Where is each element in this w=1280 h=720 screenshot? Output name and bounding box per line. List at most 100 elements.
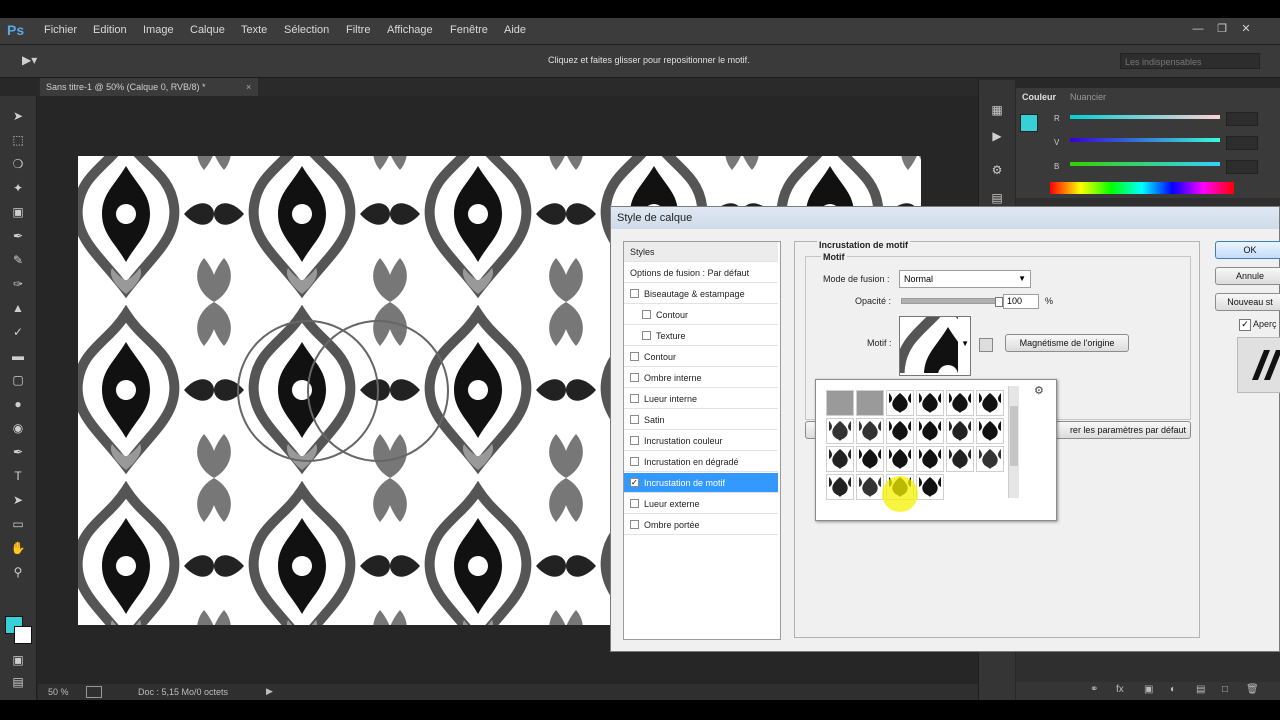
effect-item[interactable]: Biseautage & estampage: [624, 284, 778, 304]
menu-filtre[interactable]: Filtre: [346, 24, 370, 36]
tab-couleur[interactable]: Couleur: [1022, 92, 1056, 102]
quick-mask-icon[interactable]: ▣: [10, 652, 26, 668]
zoom-level[interactable]: 50 %: [48, 687, 69, 697]
crop-tool-icon[interactable]: ▣: [10, 204, 26, 220]
magic-wand-icon[interactable]: ✦: [10, 180, 26, 196]
document-tab[interactable]: Sans titre-1 @ 50% (Calque 0, RVB/8) * ×: [40, 78, 258, 96]
preview-checkbox[interactable]: ✓: [1239, 319, 1251, 331]
minimize-icon[interactable]: —: [1191, 22, 1205, 36]
panel-fg-swatch[interactable]: [1020, 114, 1038, 132]
effect-item[interactable]: Lueur interne: [624, 389, 778, 409]
background-color-swatch[interactable]: [14, 626, 32, 644]
adjustment-layer-icon[interactable]: ◐: [1170, 684, 1176, 695]
healing-brush-icon[interactable]: ✎: [10, 252, 26, 268]
snap-origin-button[interactable]: Magnétisme de l'origine: [1005, 334, 1129, 352]
effect-item[interactable]: Incrustation couleur: [624, 431, 778, 451]
menu-aide[interactable]: Aide: [504, 24, 526, 36]
pattern-swatch-item[interactable]: [946, 446, 974, 472]
menu-fenetre[interactable]: Fenêtre: [450, 24, 488, 36]
history-panel-icon[interactable]: ▦: [989, 102, 1005, 118]
menu-calque[interactable]: Calque: [190, 24, 225, 36]
move-tool-icon[interactable]: ➤: [10, 108, 26, 124]
blur-tool-icon[interactable]: ●: [10, 396, 26, 412]
history-brush-icon[interactable]: ✓: [10, 324, 26, 340]
color-spectrum[interactable]: [1050, 182, 1234, 194]
effect-item[interactable]: Incrustation en dégradé: [624, 452, 778, 472]
opacity-slider-thumb[interactable]: [995, 297, 1003, 307]
pattern-swatch-item[interactable]: [976, 418, 1004, 444]
eyedropper-icon[interactable]: ✒: [10, 228, 26, 244]
styles-header[interactable]: Styles: [624, 242, 778, 262]
effect-item[interactable]: Ombre interne: [624, 368, 778, 388]
move-tool-icon[interactable]: ▶▾: [22, 53, 37, 67]
green-value-field[interactable]: [1226, 136, 1258, 150]
hand-tool-icon[interactable]: ✋: [10, 540, 26, 556]
tab-close-icon[interactable]: ×: [246, 78, 251, 96]
pattern-swatch-item[interactable]: [916, 390, 944, 416]
pattern-swatch-item[interactable]: [826, 474, 854, 500]
opacity-slider[interactable]: [901, 297, 1003, 307]
pattern-swatch-item[interactable]: [976, 390, 1004, 416]
pattern-swatch-item[interactable]: [826, 446, 854, 472]
workspace-select[interactable]: Les indispensables: [1120, 53, 1260, 69]
marquee-tool-icon[interactable]: ⬚: [10, 132, 26, 148]
pattern-swatch[interactable]: ▼: [899, 316, 971, 376]
pattern-swatch-item[interactable]: [916, 418, 944, 444]
effect-checkbox[interactable]: [630, 289, 639, 298]
red-slider[interactable]: [1070, 115, 1220, 119]
picker-scroll-thumb[interactable]: [1010, 406, 1018, 466]
effect-checkbox[interactable]: [630, 457, 639, 466]
pattern-swatch-item[interactable]: [886, 446, 914, 472]
group-icon[interactable]: ▤: [1196, 684, 1205, 695]
trash-icon[interactable]: 🗑: [1246, 684, 1259, 695]
blue-slider[interactable]: [1070, 162, 1220, 166]
opacity-input[interactable]: 100: [1003, 294, 1039, 309]
menu-texte[interactable]: Texte: [241, 24, 267, 36]
pattern-swatch-item[interactable]: [916, 474, 944, 500]
effect-checkbox[interactable]: ✓: [630, 478, 639, 487]
effect-checkbox[interactable]: [630, 520, 639, 529]
effect-item[interactable]: Lueur externe: [624, 494, 778, 514]
cancel-button[interactable]: Annule: [1215, 267, 1280, 285]
blend-mode-select[interactable]: Normal ▼: [899, 270, 1031, 288]
mask-icon[interactable]: ▣: [1144, 684, 1153, 695]
effect-checkbox[interactable]: [630, 415, 639, 424]
green-slider[interactable]: [1070, 138, 1220, 142]
pattern-swatch-item[interactable]: [826, 390, 854, 416]
stamp-tool-icon[interactable]: ▲: [10, 300, 26, 316]
adjustments-panel-icon[interactable]: ⚙: [989, 162, 1005, 178]
pattern-swatch-item[interactable]: [976, 446, 1004, 472]
type-tool-icon[interactable]: T: [10, 468, 26, 484]
red-value-field[interactable]: [1226, 112, 1258, 126]
menu-edition[interactable]: Edition: [93, 24, 127, 36]
zoom-tool-icon[interactable]: ⚲: [10, 564, 26, 580]
eraser-tool-icon[interactable]: ▬: [10, 348, 26, 364]
pattern-swatch-item[interactable]: [886, 418, 914, 444]
effect-item[interactable]: Satin: [624, 410, 778, 430]
lasso-tool-icon[interactable]: ❍: [10, 156, 26, 172]
pattern-swatch-item[interactable]: [856, 390, 884, 416]
pen-tool-icon[interactable]: ✒: [10, 444, 26, 460]
tab-nuancier[interactable]: Nuancier: [1070, 92, 1106, 102]
blue-value-field[interactable]: [1226, 160, 1258, 174]
effect-item[interactable]: Contour: [624, 305, 778, 325]
link-layers-icon[interactable]: ⚭: [1090, 684, 1098, 695]
pattern-swatch-item[interactable]: [826, 418, 854, 444]
menu-image[interactable]: Image: [143, 24, 174, 36]
effect-checkbox[interactable]: [642, 331, 651, 340]
path-selection-icon[interactable]: ➤: [10, 492, 26, 508]
pattern-swatch-item[interactable]: [856, 418, 884, 444]
effect-checkbox[interactable]: [630, 373, 639, 382]
pattern-swatch-item[interactable]: [916, 446, 944, 472]
actions-panel-icon[interactable]: ▶: [989, 128, 1005, 144]
effect-checkbox[interactable]: [630, 499, 639, 508]
dodge-tool-icon[interactable]: ◉: [10, 420, 26, 436]
pattern-swatch-item[interactable]: [856, 474, 884, 500]
shape-tool-icon[interactable]: ▭: [10, 516, 26, 532]
pattern-swatch-item[interactable]: [856, 446, 884, 472]
menu-selection[interactable]: Sélection: [284, 24, 329, 36]
new-layer-icon[interactable]: □: [1222, 684, 1228, 695]
screen-mode-icon[interactable]: ▤: [10, 674, 26, 690]
gradient-tool-icon[interactable]: ▢: [10, 372, 26, 388]
restore-icon[interactable]: ❐: [1215, 22, 1229, 36]
